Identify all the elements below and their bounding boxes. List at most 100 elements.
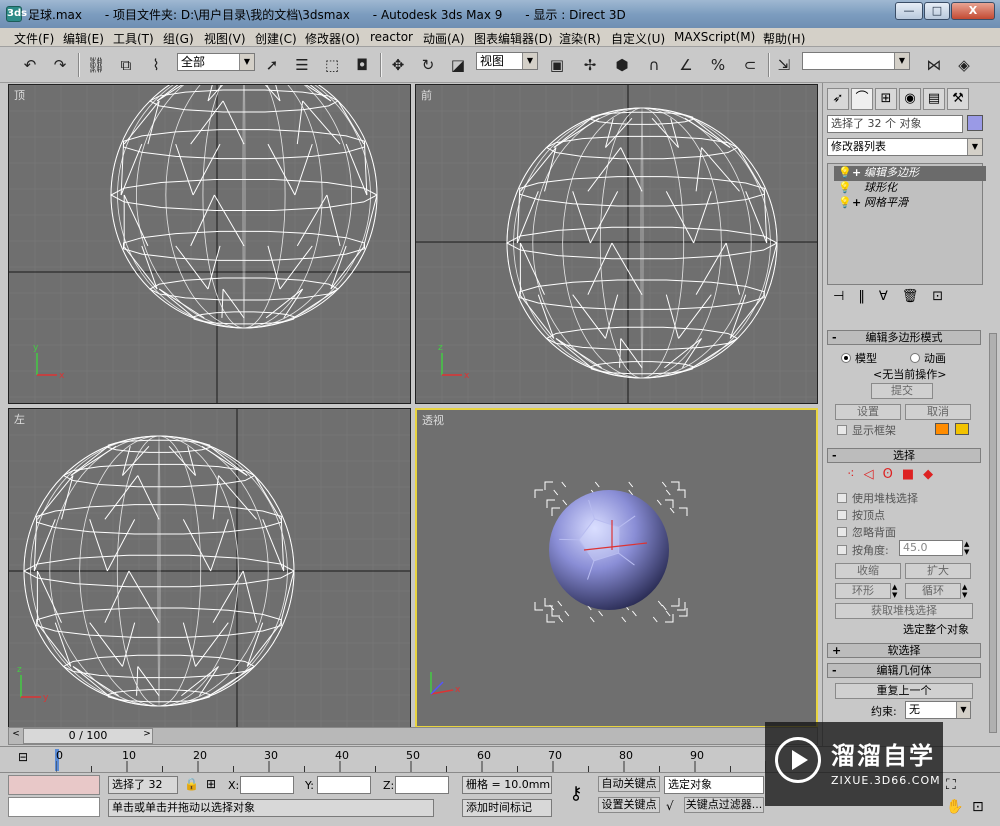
shrink-button[interactable]: 收缩 (835, 563, 901, 579)
commit-button[interactable]: 提交 (871, 383, 933, 399)
menu-customize[interactable]: 自定义(U) (611, 30, 665, 47)
motion-tab-icon[interactable]: ◉ (899, 88, 921, 110)
key-mode-dropdown[interactable]: 选定对象 (664, 776, 764, 794)
make-unique-icon[interactable]: ∀ (879, 289, 902, 304)
menu-maxscript[interactable]: MAXScript(M) (674, 30, 755, 44)
move-icon[interactable]: ✥ (386, 53, 410, 77)
by-angle-checkbox[interactable]: 按角度: (837, 542, 889, 558)
set-key-button[interactable]: 设置关键点 (598, 797, 660, 813)
viewport-label-left[interactable]: 左 (14, 411, 25, 427)
pan-view-icon[interactable]: ✋ (946, 799, 963, 815)
select-by-name-icon[interactable]: ☰ (290, 53, 314, 77)
command-panel-scrollbar[interactable] (989, 333, 997, 733)
create-tab-icon[interactable]: ➶ (827, 88, 849, 110)
rotate-icon[interactable]: ↻ (416, 53, 440, 77)
vertex-icon[interactable]: ⁖ (847, 467, 864, 482)
loop-spinner-icon[interactable]: ▲ ▼ (962, 583, 972, 599)
minimize-button[interactable]: — (895, 2, 923, 20)
stack-item-edit-poly[interactable]: 💡 + 编辑多边形 (834, 166, 986, 181)
unlink-icon[interactable]: ⧉ (114, 53, 138, 77)
snaps-toggle-icon[interactable]: ∩ (642, 53, 666, 77)
link-icon[interactable]: ⛓ (84, 53, 108, 77)
object-color-swatch[interactable] (967, 115, 983, 131)
bind-space-warp-icon[interactable]: ⌇ (144, 53, 168, 77)
percent-snap-icon[interactable]: % (706, 53, 730, 77)
use-stack-selection-checkbox[interactable]: 使用堆栈选择 (837, 490, 918, 506)
viewport-top[interactable]: y x 顶 (8, 84, 411, 404)
cancel-button[interactable]: 取消 (905, 404, 971, 420)
ignore-backfacing-checkbox[interactable]: 忽略背面 (837, 524, 896, 540)
polygon-icon[interactable]: ■ (902, 467, 923, 482)
viewport-left[interactable]: z y 左 (8, 408, 411, 728)
frame-display[interactable]: 0 / 100 (23, 728, 153, 744)
redo-icon[interactable]: ↷ (48, 53, 72, 77)
menu-help[interactable]: 帮助(H) (763, 30, 805, 47)
keyboard-shortcut-icon[interactable]: ⬢ (610, 53, 634, 77)
repeat-last-button[interactable]: 重复上一个 (835, 683, 973, 699)
reference-coordinate-dropdown[interactable]: 视图 ▼ (476, 52, 538, 70)
undo-icon[interactable]: ↶ (18, 53, 42, 77)
display-tab-icon[interactable]: ▤ (923, 88, 945, 110)
key-tangent-icon[interactable]: √ (666, 799, 674, 813)
menu-file[interactable]: 文件(F) (14, 30, 54, 47)
x-coordinate-field[interactable] (240, 776, 294, 794)
menu-modifiers[interactable]: 修改器(O) (305, 30, 360, 47)
spinner-arrows-icon[interactable]: ▲ ▼ (964, 540, 974, 556)
maxscript-input-mini[interactable] (8, 797, 100, 817)
viewport-perspective[interactable]: x 透视 (415, 408, 818, 728)
lightbulb-icon[interactable]: 💡 (838, 181, 852, 195)
expand-plus-icon[interactable]: + (852, 166, 861, 180)
mini-curve-editor-icon[interactable]: ⊟ (18, 750, 40, 768)
viewport-front[interactable]: z x 前 (415, 84, 818, 404)
window-crossing-icon[interactable]: ◘ (350, 53, 374, 77)
menu-group[interactable]: 组(G) (163, 30, 194, 47)
modify-tab-icon[interactable]: ⌒ (851, 88, 873, 110)
modifier-list-dropdown[interactable]: 修改器列表 ▼ (827, 138, 983, 156)
zoom-extents-icon[interactable]: ⛶ (946, 777, 956, 793)
time-slider[interactable]: < 0 / 100 > (8, 727, 818, 745)
edge-icon[interactable]: ◁ (864, 467, 883, 482)
viewport-label-perspective[interactable]: 透视 (422, 412, 444, 428)
manipulate-icon[interactable]: ✢ (578, 53, 602, 77)
mode-animation-radio[interactable]: 动画 (910, 350, 946, 366)
viewport-label-top[interactable]: 顶 (14, 87, 25, 103)
viewport-label-front[interactable]: 前 (421, 87, 432, 103)
menu-view[interactable]: 视图(V) (204, 30, 246, 47)
stack-item-spherify[interactable]: 💡 球形化 (834, 181, 986, 196)
lightbulb-icon[interactable]: 💡 (838, 166, 852, 180)
soccer-ball-wireframe[interactable] (505, 107, 778, 379)
absolute-mode-icon[interactable]: ⊞ (206, 777, 216, 791)
select-object-icon[interactable]: ➚ (260, 53, 284, 77)
soccer-ball-wireframe[interactable] (109, 85, 378, 329)
remove-modifier-icon[interactable]: 🗑 (902, 289, 933, 304)
element-icon[interactable]: ◆ (923, 467, 942, 482)
edit-named-selection-icon[interactable]: ⇲ (772, 53, 796, 77)
lock-icon[interactable]: 🔒 (184, 777, 199, 791)
mode-model-radio[interactable]: 模型 (841, 350, 877, 366)
selection-filter-dropdown[interactable]: 全部 ▼ (177, 53, 255, 71)
menu-tools[interactable]: 工具(T) (113, 30, 154, 47)
rollout-selection[interactable]: - 选择 (827, 448, 981, 463)
constraints-dropdown[interactable]: 无 ▼ (905, 701, 971, 719)
mirror-icon[interactable]: ⋈ (922, 53, 946, 77)
by-vertex-checkbox[interactable]: 按顶点 (837, 507, 885, 523)
ring-spinner-icon[interactable]: ▲ ▼ (892, 583, 902, 599)
grow-button[interactable]: 扩大 (905, 563, 971, 579)
chevron-left-icon[interactable]: < (10, 729, 22, 743)
chevron-right-icon[interactable]: > (141, 729, 153, 743)
maxscript-listener-mini[interactable] (8, 775, 100, 795)
close-button[interactable]: X (951, 2, 995, 20)
angle-spinner-field[interactable]: 45.0 (899, 540, 963, 556)
maximize-button[interactable]: □ (924, 2, 950, 20)
add-time-tag[interactable]: 添加时间标记 (462, 799, 552, 817)
key-filters-button[interactable]: 关键点过滤器... (684, 797, 764, 813)
selection-info-field[interactable]: 选择了 32 个 对象 (827, 115, 963, 133)
angle-snap-icon[interactable]: ∠ (674, 53, 698, 77)
rollout-soft-selection[interactable]: + 软选择 (827, 643, 981, 658)
pin-stack-icon[interactable]: ⊣ (833, 289, 858, 304)
show-cage-checkbox[interactable]: 显示框架 (837, 422, 896, 438)
show-end-result-icon[interactable]: ‖ (858, 289, 879, 304)
utilities-tab-icon[interactable]: ⚒ (947, 88, 969, 110)
border-icon[interactable]: ʘ (883, 467, 902, 482)
menu-rendering[interactable]: 渲染(R) (559, 30, 601, 47)
